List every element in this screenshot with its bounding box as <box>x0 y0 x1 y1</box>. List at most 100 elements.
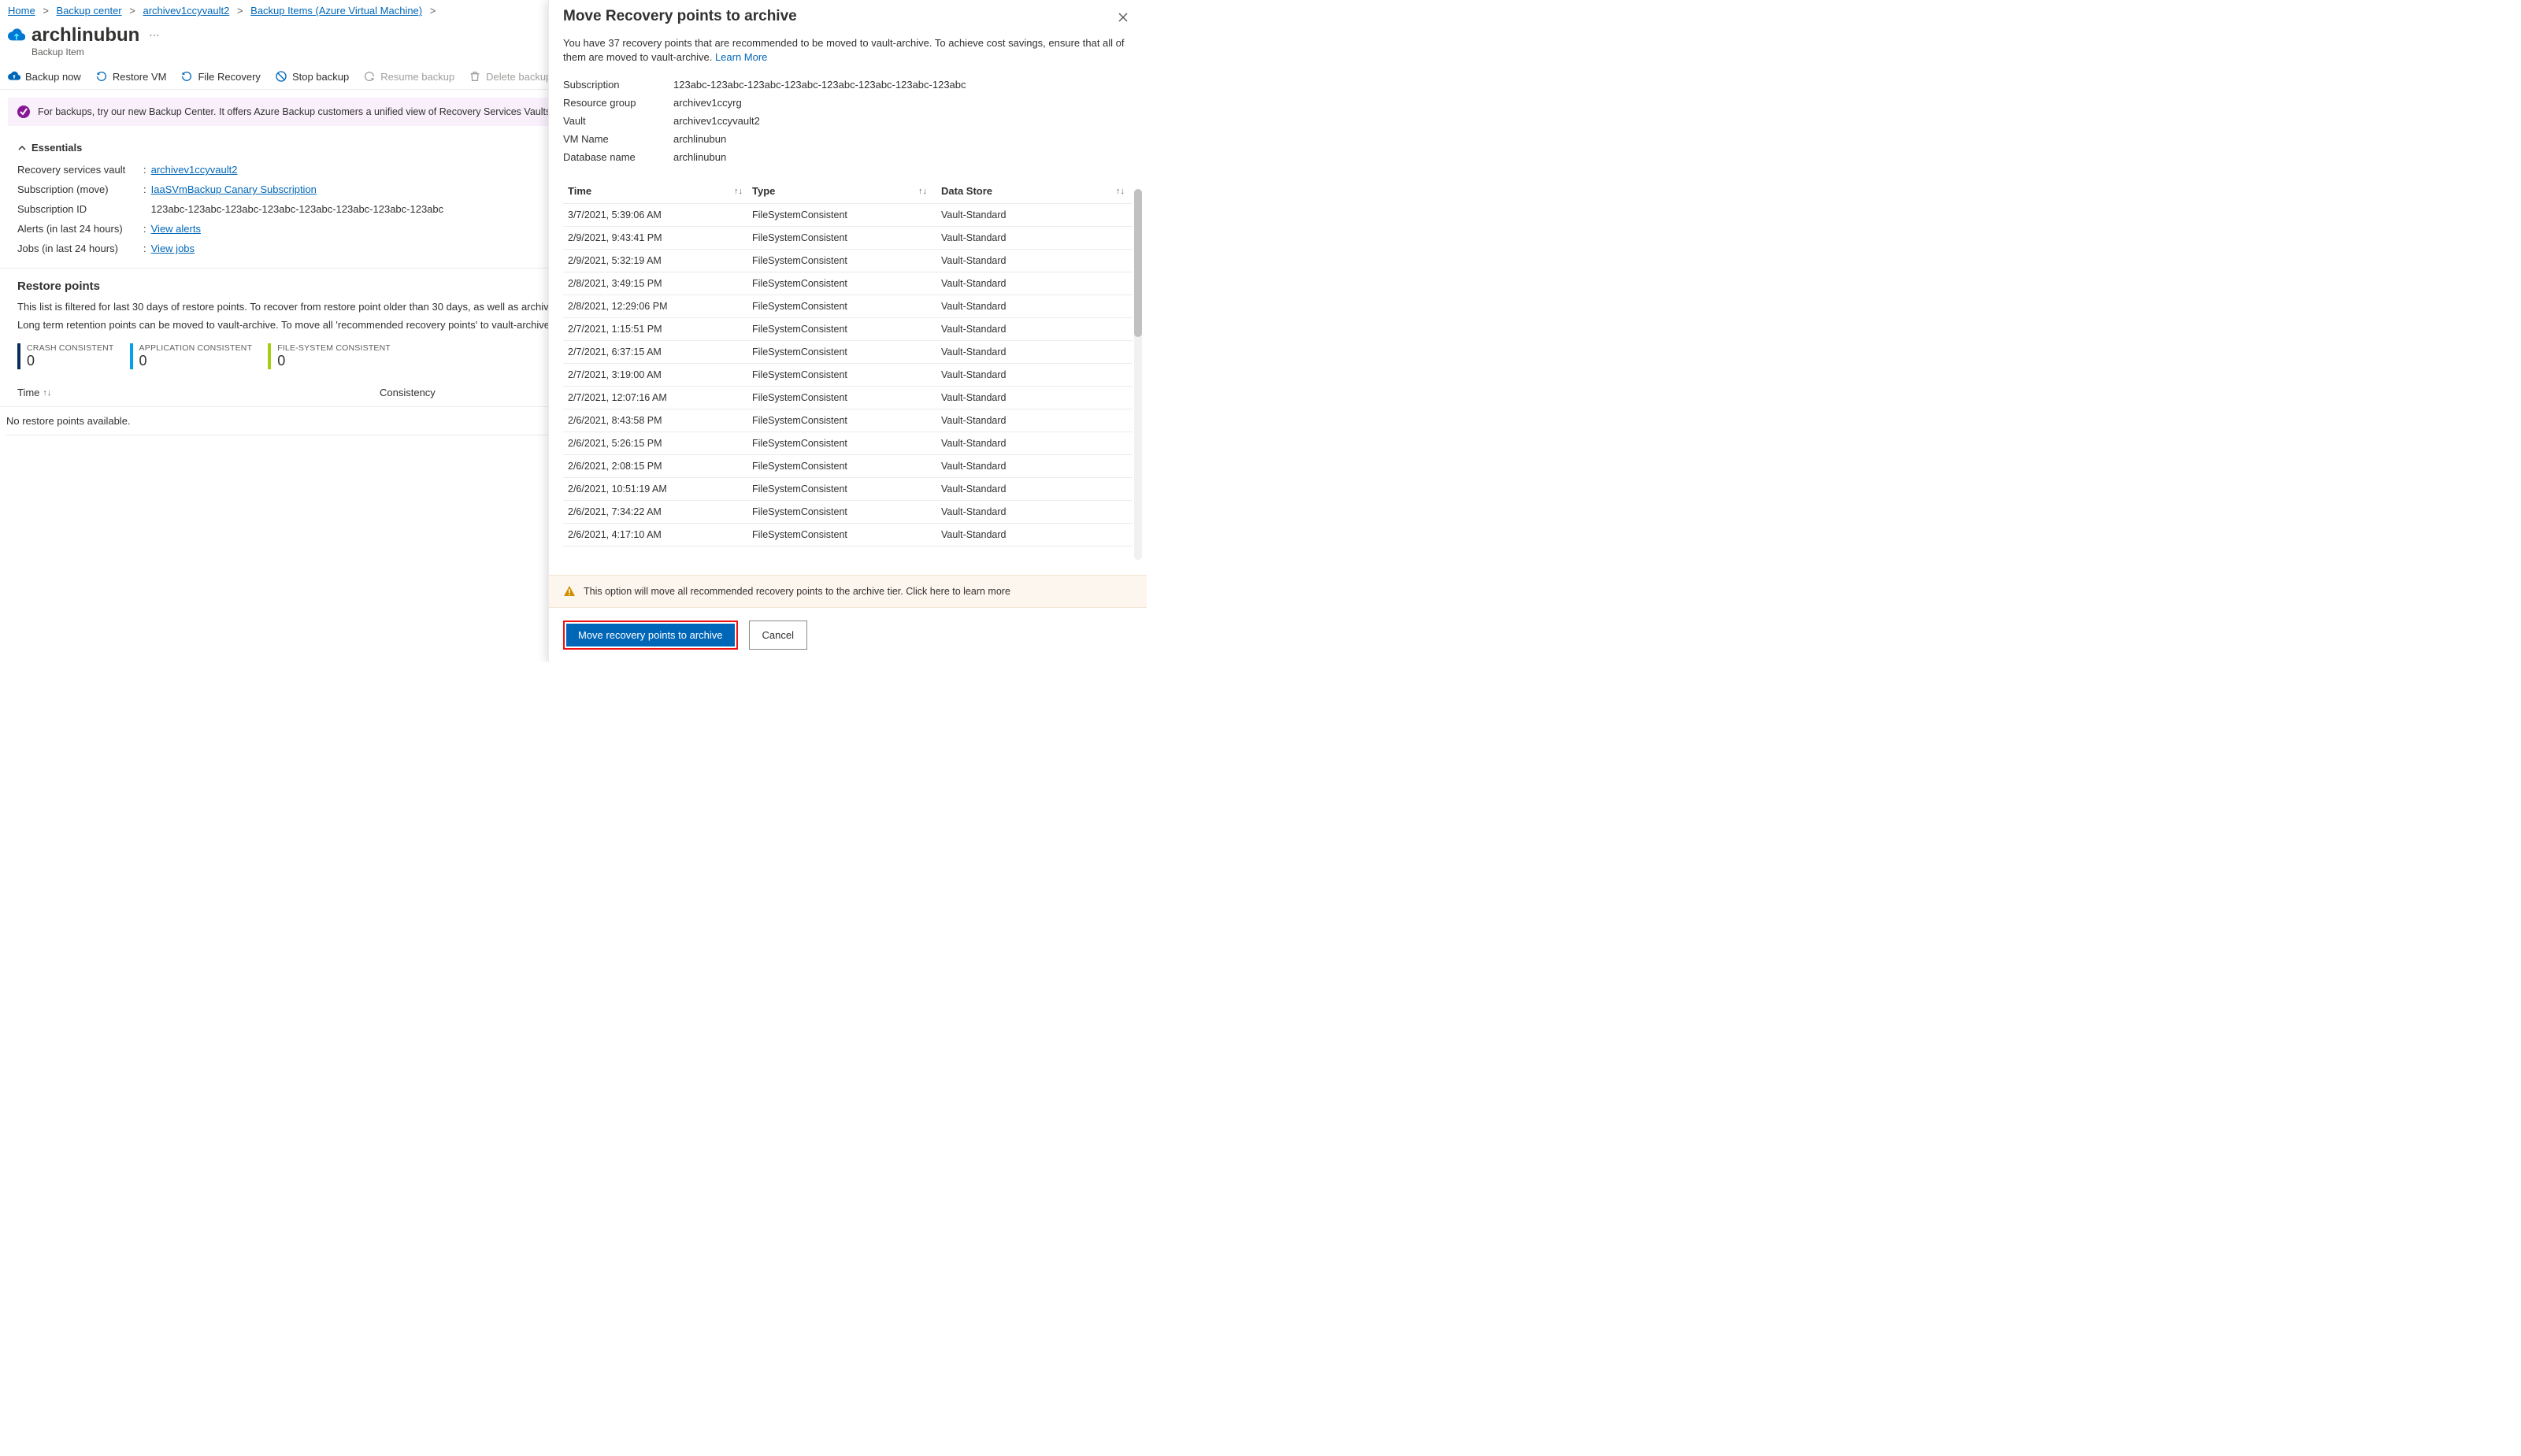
sort-icon: ↑↓ <box>43 388 51 398</box>
blade-move-recovery-points: Move Recovery points to archive You have… <box>548 0 1147 662</box>
file-recovery-button[interactable]: File Recovery <box>180 70 260 83</box>
sort-icon: ↑↓ <box>1116 187 1125 196</box>
stat-application: APPLICATION CONSISTENT 0 <box>130 343 253 369</box>
cell-store: Vault-Standard <box>941 369 1133 380</box>
cell-type: FileSystemConsistent <box>752 278 941 289</box>
cell-store: Vault-Standard <box>941 278 1133 289</box>
cell-time: 2/6/2021, 2:08:15 PM <box>563 461 752 472</box>
breadcrumb-sep: > <box>237 5 243 17</box>
cell-time: 3/7/2021, 5:39:06 AM <box>563 209 752 220</box>
stat-crash: CRASH CONSISTENT 0 <box>17 343 114 369</box>
cell-type: FileSystemConsistent <box>752 232 941 243</box>
table-row[interactable]: 2/6/2021, 10:51:19 AMFileSystemConsisten… <box>563 478 1133 501</box>
table-row[interactable]: 2/9/2021, 5:32:19 AMFileSystemConsistent… <box>563 250 1133 272</box>
meta-label: Subscription <box>563 79 673 91</box>
cell-time: 2/6/2021, 4:17:10 AM <box>563 529 752 540</box>
restore-vm-button[interactable]: Restore VM <box>95 70 167 83</box>
learn-more-link[interactable]: Learn More <box>715 51 767 63</box>
undo-icon <box>180 70 193 83</box>
cell-time: 2/6/2021, 5:26:15 PM <box>563 438 752 449</box>
table-row[interactable]: 2/7/2021, 12:07:16 AMFileSystemConsisten… <box>563 387 1133 409</box>
cmd-label: Stop backup <box>292 71 349 83</box>
table-row[interactable]: 2/7/2021, 6:37:15 AMFileSystemConsistent… <box>563 341 1133 364</box>
col-datastore[interactable]: Data Store↑↓ <box>941 185 1133 197</box>
table-row[interactable]: 2/6/2021, 4:17:10 AMFileSystemConsistent… <box>563 524 1133 546</box>
cell-store: Vault-Standard <box>941 255 1133 266</box>
subscription-link[interactable]: IaaSVmBackup Canary Subscription <box>151 183 317 195</box>
cancel-button[interactable]: Cancel <box>749 621 807 650</box>
table-row[interactable]: 2/7/2021, 1:15:51 PMFileSystemConsistent… <box>563 318 1133 341</box>
cell-type: FileSystemConsistent <box>752 392 941 403</box>
refresh-icon <box>363 70 376 83</box>
cell-time: 2/6/2021, 8:43:58 PM <box>563 415 752 426</box>
table-row[interactable]: 2/7/2021, 3:19:00 AMFileSystemConsistent… <box>563 364 1133 387</box>
view-jobs-link[interactable]: View jobs <box>151 243 195 254</box>
banner-text: For backups, try our new Backup Center. … <box>38 106 624 117</box>
view-alerts-link[interactable]: View alerts <box>151 223 201 235</box>
table-row[interactable]: 2/8/2021, 12:29:06 PMFileSystemConsisten… <box>563 295 1133 318</box>
table-row[interactable]: 2/6/2021, 8:43:58 PMFileSystemConsistent… <box>563 409 1133 432</box>
meta-value: archivev1ccyvault2 <box>673 115 760 127</box>
cell-store: Vault-Standard <box>941 415 1133 426</box>
backup-item-icon <box>8 27 25 44</box>
cell-store: Vault-Standard <box>941 529 1133 540</box>
cloud-upload-icon <box>8 70 20 83</box>
subscription-move-link[interactable]: move <box>80 183 105 195</box>
table-row[interactable]: 2/6/2021, 5:26:15 PMFileSystemConsistent… <box>563 432 1133 455</box>
col-consistency[interactable]: Consistency <box>380 387 436 398</box>
scrollbar[interactable] <box>1134 189 1142 560</box>
cell-time: 2/8/2021, 12:29:06 PM <box>563 301 752 312</box>
move-recovery-points-button[interactable]: Move recovery points to archive <box>566 624 735 646</box>
cell-type: FileSystemConsistent <box>752 529 941 540</box>
cell-time: 2/6/2021, 10:51:19 AM <box>563 483 752 495</box>
breadcrumb-item[interactable]: Backup center <box>57 5 122 17</box>
more-actions-icon[interactable]: ⋯ <box>149 29 159 42</box>
meta-label: Resource group <box>563 97 673 109</box>
breadcrumb-item[interactable]: archivev1ccyvault2 <box>143 5 229 17</box>
cmd-label: Resume backup <box>380 71 454 83</box>
cell-type: FileSystemConsistent <box>752 506 941 517</box>
table-row[interactable]: 3/7/2021, 5:39:06 AMFileSystemConsistent… <box>563 204 1133 227</box>
close-icon[interactable] <box>1114 8 1133 27</box>
cell-type: FileSystemConsistent <box>752 209 941 220</box>
cell-type: FileSystemConsistent <box>752 461 941 472</box>
stop-backup-button[interactable]: Stop backup <box>275 70 349 83</box>
essentials-heading: Essentials <box>32 142 82 154</box>
cell-time: 2/9/2021, 9:43:41 PM <box>563 232 752 243</box>
vault-link[interactable]: archivev1ccyvault2 <box>151 164 238 176</box>
breadcrumb-sep: > <box>129 5 135 17</box>
breadcrumb-home[interactable]: Home <box>8 5 35 17</box>
cmd-label: Restore VM <box>113 71 167 83</box>
meta-value: 123abc-123abc-123abc-123abc-123abc-123ab… <box>673 79 966 91</box>
cell-store: Vault-Standard <box>941 461 1133 472</box>
blade-warning: This option will move all recommended re… <box>549 575 1147 608</box>
col-type[interactable]: Type↑↓ <box>752 185 941 197</box>
table-row[interactable]: 2/8/2021, 3:49:15 PMFileSystemConsistent… <box>563 272 1133 295</box>
table-row[interactable]: 2/6/2021, 2:08:15 PMFileSystemConsistent… <box>563 455 1133 478</box>
breadcrumb-sep: > <box>43 5 49 17</box>
cell-type: FileSystemConsistent <box>752 301 941 312</box>
cell-store: Vault-Standard <box>941 232 1133 243</box>
restore-desc1: This list is filtered for last 30 days o… <box>17 301 560 313</box>
table-row[interactable]: 2/6/2021, 7:34:22 AMFileSystemConsistent… <box>563 501 1133 524</box>
blade-desc-text: You have 37 recovery points that are rec… <box>563 37 1125 63</box>
page-title: archlinubun <box>32 24 139 46</box>
ess-label: Jobs (in last 24 hours) <box>17 243 143 254</box>
cell-store: Vault-Standard <box>941 506 1133 517</box>
meta-value: archivev1ccyrg <box>673 97 742 109</box>
ess-label: Subscription (move) <box>17 183 143 195</box>
col-time[interactable]: Time↑↓ <box>563 185 752 197</box>
trash-icon <box>469 70 481 83</box>
breadcrumb-item[interactable]: Backup Items (Azure Virtual Machine) <box>250 5 422 17</box>
sort-icon: ↑↓ <box>918 187 927 196</box>
meta-label: Database name <box>563 151 673 163</box>
scrollbar-thumb[interactable] <box>1134 189 1142 337</box>
col-time[interactable]: Time ↑↓ <box>17 387 380 398</box>
cell-time: 2/6/2021, 7:34:22 AM <box>563 506 752 517</box>
backup-now-button[interactable]: Backup now <box>8 70 81 83</box>
ess-label: Subscription ID <box>17 203 143 215</box>
cell-type: FileSystemConsistent <box>752 483 941 495</box>
chevron-up-icon <box>17 143 27 153</box>
table-row[interactable]: 2/9/2021, 9:43:41 PMFileSystemConsistent… <box>563 227 1133 250</box>
cmd-label: File Recovery <box>198 71 260 83</box>
